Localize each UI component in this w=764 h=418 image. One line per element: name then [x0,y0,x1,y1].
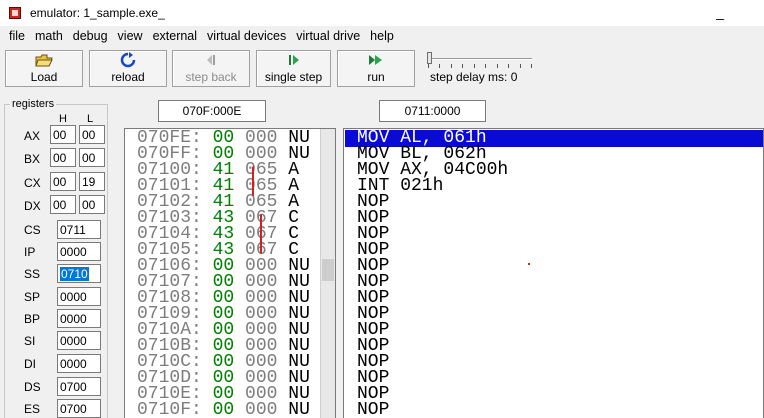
reg-di-field[interactable]: 0000 [57,354,101,373]
reg-bx-l-field[interactable]: 00 [79,148,105,167]
menu-debug[interactable]: debug [73,29,108,43]
disassembly-list[interactable]: MOV AL, 061h MOV BL, 062h MOV AX, 04C00h IN… [343,128,764,418]
memory-row-char: NU [288,400,310,418]
reg-ss-field[interactable]: 0710 [57,264,101,283]
memory-scrollbar-thumb[interactable] [322,259,334,281]
reg-es-label: ES [24,402,41,416]
disasm-address-value: 0711:0000 [404,104,461,118]
disasm-address-field[interactable]: 0711:0000 [379,100,486,122]
reg-cx-h-field[interactable]: 00 [50,172,76,191]
reg-bp-field[interactable]: 0000 [57,309,101,328]
run-icon [368,52,384,68]
menu-virtual-devices[interactable]: virtual devices [207,29,286,43]
reg-ip-field[interactable]: 0000 [57,242,101,261]
menu-external[interactable]: external [153,29,197,43]
reg-es-field[interactable]: 0700 [57,399,101,418]
step-delay-label: step delay ms: 0 [430,70,518,84]
reg-ds-field[interactable]: 0700 [57,377,101,396]
reg-sp-field[interactable]: 0000 [57,287,101,306]
reg-bp-label: BP [24,312,41,326]
registers-group-label: registers [10,98,57,110]
reg-ax-h-field[interactable]: 00 [50,125,76,144]
reg-bx-h-field[interactable]: 00 [50,148,76,167]
memory-scrollbar[interactable] [320,129,335,418]
memory-row[interactable]: 0710F: 00 000 NU [137,400,310,418]
app-chip-icon [9,7,21,19]
load-button[interactable]: Load [5,50,83,87]
emulator-window: emulator: 1_sample.exe_ _ file math debu… [0,0,764,418]
menu-bar: file math debug view external virtual de… [0,26,764,46]
memory-row-decimal: 000 [245,400,278,418]
reg-ss-label: SS [24,267,41,281]
annotation-bracket-lower [260,214,262,254]
run-label: run [367,70,385,84]
reg-ax-label: AX [24,129,41,143]
step-delay-slider[interactable]: step delay ms: 0 [424,50,536,87]
single-step-button[interactable]: single step [256,50,331,87]
reg-dx-h-field[interactable]: 00 [50,195,76,214]
reg-di-label: DI [24,357,36,371]
minimize-button[interactable]: _ [716,4,724,20]
reg-sp-label: SP [24,290,41,304]
menu-math[interactable]: math [35,29,63,43]
menu-virtual-drive[interactable]: virtual drive [296,29,360,43]
reload-label: reload [111,70,145,84]
annotation-bracket-upper [252,166,254,196]
reg-ip-label: IP [24,245,36,259]
reg-ax-l-field[interactable]: 00 [79,125,105,144]
slider-ticks [428,64,532,68]
reload-icon [120,52,136,68]
reg-cs-label: CS [24,223,41,237]
reg-bx-label: BX [24,152,41,166]
open-folder-icon [35,52,53,68]
run-button[interactable]: run [337,50,415,87]
window-title: emulator: 1_sample.exe_ [30,6,165,20]
l-column-header: L [87,113,94,125]
step-back-button[interactable]: step back [172,50,250,87]
step-back-icon [204,52,218,68]
disassembly-row[interactable]: NOP [357,401,389,418]
memory-row-address: 0710F: [137,400,202,418]
menu-file[interactable]: file [9,29,25,43]
title-bar: emulator: 1_sample.exe_ _ [0,0,764,26]
h-column-header: H [59,113,67,125]
menu-view[interactable]: view [118,29,143,43]
single-step-label: single step [264,70,323,84]
menu-help[interactable]: help [370,29,394,43]
reg-ds-label: DS [24,380,41,394]
reg-si-label: SI [24,334,36,348]
reg-dx-l-field[interactable]: 00 [79,195,105,214]
slider-thumb[interactable] [427,52,432,64]
memory-list[interactable]: 070FE: 00 000 NU 070FF: 00 000 NU 07100: 4… [124,128,336,418]
memory-address-value: 070F:000E [182,104,242,118]
reg-cs-field[interactable]: 0711 [57,220,101,239]
slider-track [428,58,532,60]
reg-cx-label: CX [24,176,41,190]
step-back-label: step back [185,70,237,84]
memory-row-hex: 00 [212,400,235,418]
annotation-dot [528,263,530,265]
single-step-icon [287,52,301,68]
reload-button[interactable]: reload [89,50,167,87]
load-label: Load [30,70,58,84]
reg-si-field[interactable]: 0000 [57,331,101,350]
reg-dx-label: DX [24,199,41,213]
reg-cx-l-field[interactable]: 19 [79,172,105,191]
memory-address-field[interactable]: 070F:000E [158,100,266,122]
